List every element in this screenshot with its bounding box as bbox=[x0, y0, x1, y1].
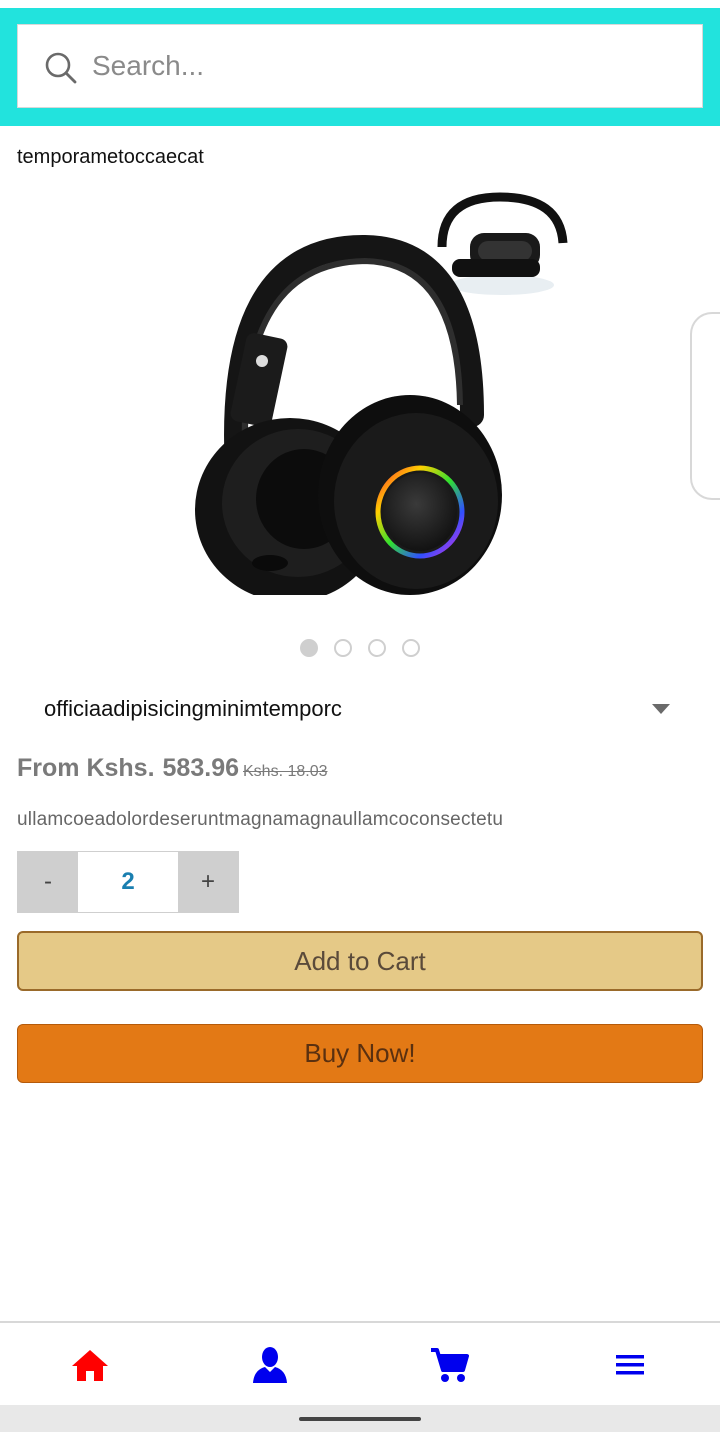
search-input[interactable] bbox=[92, 25, 692, 107]
home-gesture-handle[interactable] bbox=[299, 1417, 421, 1421]
decrease-quantity-button[interactable]: - bbox=[18, 852, 78, 912]
carousel-dot[interactable] bbox=[300, 639, 318, 657]
nav-account[interactable] bbox=[248, 1345, 292, 1385]
price-original: Kshs. 18.03 bbox=[243, 763, 328, 780]
carousel-dot[interactable] bbox=[334, 639, 352, 657]
nav-home[interactable] bbox=[68, 1345, 112, 1385]
variant-selected-label: officiaadipisicingminimtemporc bbox=[44, 696, 342, 721]
nav-cart[interactable] bbox=[427, 1345, 471, 1385]
side-panel-handle[interactable] bbox=[690, 312, 720, 500]
quantity-stepper: - 2 + bbox=[17, 851, 239, 913]
cart-icon bbox=[431, 1348, 469, 1382]
search-icon bbox=[45, 52, 77, 84]
user-icon bbox=[253, 1347, 287, 1383]
headphones-image[interactable] bbox=[180, 185, 580, 595]
carousel-indicators bbox=[300, 639, 420, 657]
increase-quantity-button[interactable]: + bbox=[178, 852, 238, 912]
price-row: From Kshs. 583.96 Kshs. 18.03 bbox=[17, 754, 328, 788]
add-to-cart-button[interactable]: Add to Cart bbox=[17, 931, 703, 991]
chevron-down-icon bbox=[652, 704, 670, 714]
carousel-dot[interactable] bbox=[368, 639, 386, 657]
variant-select[interactable]: officiaadipisicingminimtemporc bbox=[17, 686, 703, 732]
search-box[interactable] bbox=[17, 24, 703, 108]
product-description: ullamcoeadolordeseruntmagnamagnaullamcoc… bbox=[17, 809, 504, 830]
store-title: temporametoccaecat bbox=[17, 146, 204, 168]
nav-menu[interactable] bbox=[608, 1345, 652, 1385]
bottom-nav bbox=[0, 1321, 720, 1405]
price-prefix: From Kshs. bbox=[17, 754, 155, 782]
search-header bbox=[0, 8, 720, 126]
home-icon bbox=[72, 1350, 108, 1381]
carousel-dot[interactable] bbox=[402, 639, 420, 657]
system-gesture-bar bbox=[0, 1405, 720, 1432]
buy-now-button[interactable]: Buy Now! bbox=[17, 1024, 703, 1083]
price-current: 583.96 bbox=[162, 754, 239, 782]
quantity-value[interactable]: 2 bbox=[78, 852, 178, 912]
menu-icon bbox=[616, 1355, 644, 1375]
